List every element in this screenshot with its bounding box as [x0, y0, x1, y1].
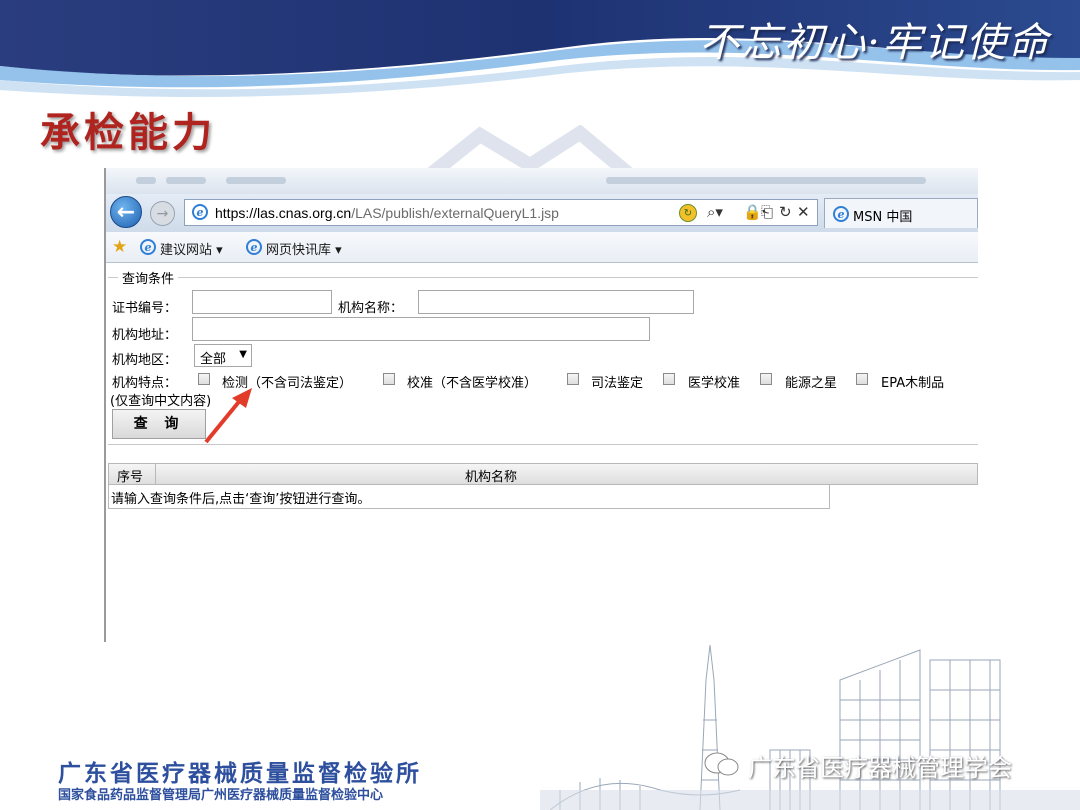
- favorite-suggested-sites[interactable]: 建议网站 ▾: [160, 239, 223, 258]
- column-header-index: 序号: [109, 464, 156, 485]
- region-select-value: 全部: [200, 352, 227, 367]
- url-text: https://las.cnas.org.cn/LAS/publish/exte…: [215, 205, 559, 221]
- checkbox-energy-star[interactable]: [760, 373, 772, 385]
- org-address-input[interactable]: [192, 317, 650, 341]
- titlebar-control: [166, 177, 206, 184]
- favorites-star-icon[interactable]: ★: [112, 237, 127, 257]
- checkbox-judicial[interactable]: [567, 373, 579, 385]
- ie-logo-icon: e: [246, 239, 262, 255]
- titlebar-control: [226, 177, 286, 184]
- url-path: /LAS/publish/externalQueryL1.jsp: [351, 205, 559, 221]
- checkbox-epa-wood[interactable]: [856, 373, 868, 385]
- feature-label-energy-star: 能源之星: [785, 376, 838, 391]
- reader-icon[interactable]: ⎗: [761, 203, 773, 221]
- titlebar-caption: [606, 177, 926, 184]
- features-label: 机构特点：: [112, 376, 178, 391]
- wechat-account-label: 广东省医疗器械管理学会: [748, 754, 1012, 782]
- browser-titlebar: [106, 168, 978, 194]
- browser-tab-msn[interactable]: e MSN 中国: [824, 198, 978, 228]
- favorite-web-slice-gallery[interactable]: 网页快讯库 ▾: [266, 239, 342, 258]
- wechat-icon: [704, 752, 739, 776]
- slide-title: 承检能力: [40, 109, 216, 156]
- arrow-left-icon: ←: [116, 199, 136, 225]
- org-name-input[interactable]: [418, 290, 694, 314]
- results-empty-row: 请输入查询条件后,点击‘查询’按钮进行查询。: [108, 485, 830, 509]
- navigation-bar: ← → e https://las.cnas.org.cn/LAS/publis…: [106, 194, 978, 232]
- chinese-only-note: (仅查询中文内容): [110, 394, 212, 409]
- address-bar[interactable]: e https://las.cnas.org.cn/LAS/publish/ex…: [184, 199, 818, 226]
- refresh-icon[interactable]: ↻: [779, 203, 792, 221]
- titlebar-control: [136, 177, 156, 184]
- feature-label-epa-wood: EPA木制品: [881, 376, 945, 391]
- search-icon[interactable]: ⌕▾: [707, 203, 723, 221]
- close-icon[interactable]: ✕: [797, 203, 810, 221]
- chevron-down-icon: ▼: [239, 349, 247, 360]
- compatibility-view-icon[interactable]: ↻: [679, 204, 697, 222]
- forward-button[interactable]: →: [150, 201, 175, 226]
- org-address-label: 机构地址：: [112, 328, 178, 343]
- red-arrow-annotation: [204, 388, 252, 444]
- region-select[interactable]: 全部 ▼: [194, 344, 252, 367]
- region-label: 机构地区：: [112, 353, 178, 368]
- empty-results-message: 请输入查询条件后,点击‘查询’按钮进行查询。: [111, 492, 371, 507]
- fieldset-legend: 查询条件: [118, 268, 179, 287]
- ie-logo-icon: e: [192, 204, 208, 220]
- column-header-index-label: 序号: [117, 470, 144, 485]
- url-host: https://las.cnas.org.cn: [215, 205, 352, 221]
- footer-org-subtitle: 国家食品药品监督管理局广州医疗器械质量监督检验中心: [58, 788, 384, 803]
- ie-logo-icon: e: [833, 206, 849, 222]
- org-name-label: 机构名称：: [338, 301, 404, 316]
- favorites-bar: ★ e 建议网站 ▾ e 网页快讯库 ▾: [106, 232, 978, 263]
- city-skyline-illustration: [540, 644, 1080, 810]
- feature-label-judicial: 司法鉴定: [591, 376, 644, 391]
- browser-screenshot: ← → e https://las.cnas.org.cn/LAS/publis…: [104, 168, 978, 642]
- cert-number-input[interactable]: [192, 290, 332, 314]
- feature-label-medical-calibration: 医学校准: [688, 376, 741, 391]
- query-button[interactable]: 查 询: [112, 409, 206, 439]
- arrow-right-icon: →: [156, 205, 169, 222]
- checkbox-medical-calibration[interactable]: [663, 373, 675, 385]
- results-header-row: 序号 机构名称: [108, 463, 978, 485]
- checkbox-testing[interactable]: [198, 373, 210, 385]
- cert-number-label: 证书编号：: [112, 301, 178, 316]
- feature-label-calibration: 校准（不含医学校准）: [407, 376, 538, 391]
- checkbox-calibration[interactable]: [383, 373, 395, 385]
- lock-icon[interactable]: 🔒: [743, 203, 762, 221]
- footer-org-name: 广东省医疗器械质量监督检验所: [58, 760, 422, 787]
- ie-logo-icon: e: [140, 239, 156, 255]
- column-header-org-name: 机构名称: [465, 470, 518, 485]
- tab-label: MSN 中国: [853, 210, 913, 225]
- back-button[interactable]: ←: [110, 196, 142, 228]
- slogan-text: 不忘初心·牢记使命: [699, 20, 1050, 66]
